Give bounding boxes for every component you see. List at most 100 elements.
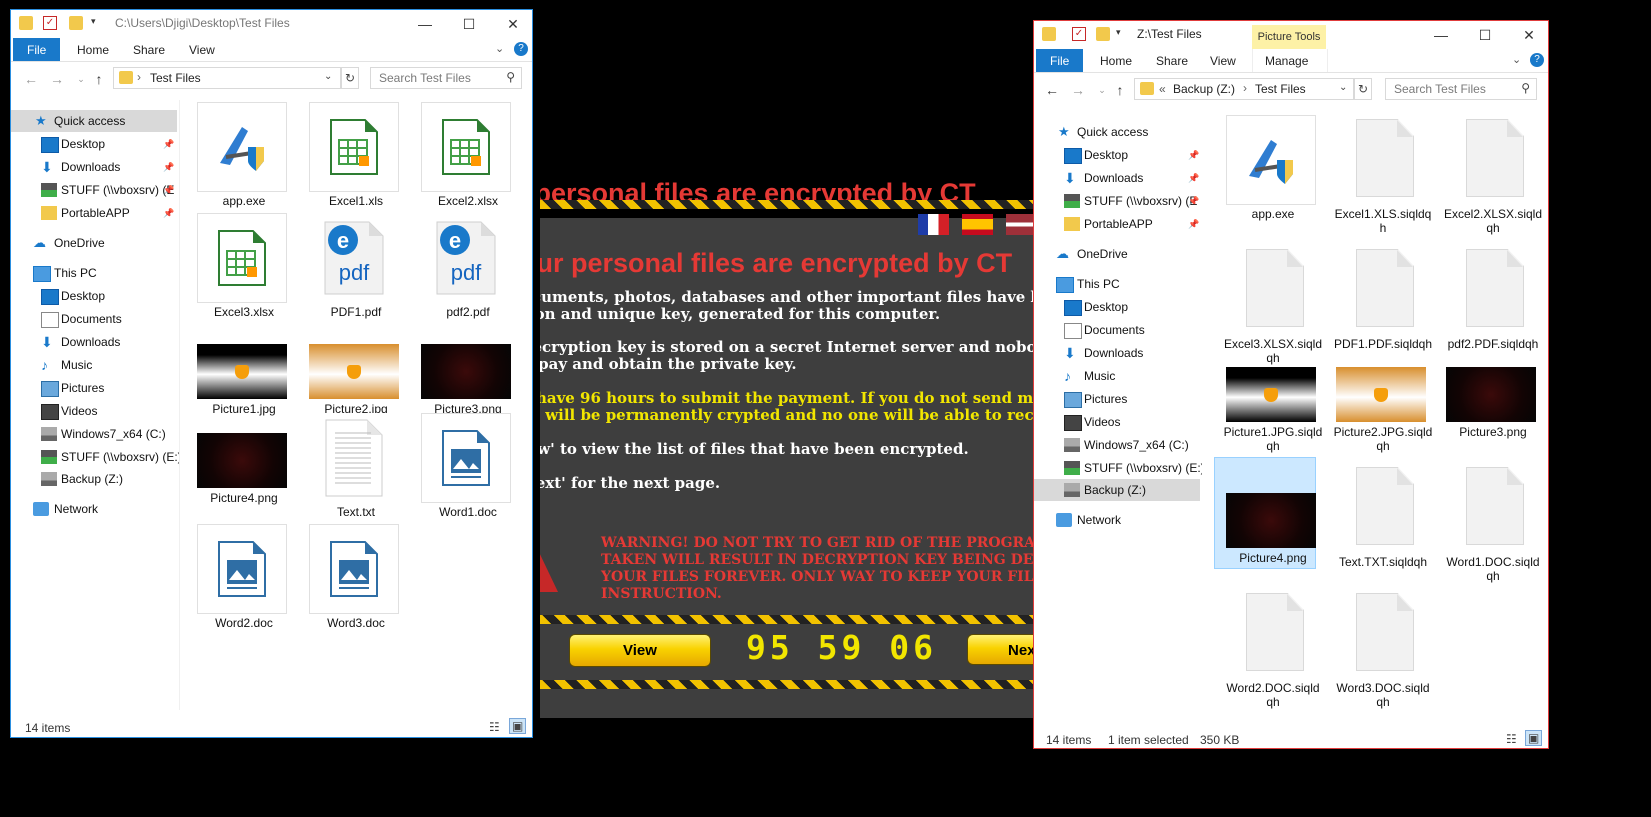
forward-arrow-icon[interactable]: → xyxy=(49,71,65,87)
recent-locations-icon[interactable]: ⌄ xyxy=(1094,85,1110,96)
close-icon[interactable]: ✕ xyxy=(1507,21,1548,49)
nav-item[interactable]: ⬇ Downloads 📌 xyxy=(1034,167,1200,189)
up-arrow-icon[interactable]: ↑ xyxy=(91,71,107,87)
file-tile[interactable]: app.exe xyxy=(189,102,299,210)
nav-item[interactable]: STUFF (\\vboxsrv) (E 📌 xyxy=(1034,190,1200,212)
refresh-icon[interactable]: ↻ xyxy=(341,67,359,89)
nav-item[interactable]: PortableAPP 📌 xyxy=(1034,213,1200,235)
nav-item[interactable]: Desktop xyxy=(11,285,177,307)
pin-icon[interactable]: 📌 xyxy=(163,156,174,178)
properties-icon[interactable]: ✓ xyxy=(1072,27,1086,41)
flag-spain-icon[interactable] xyxy=(962,214,993,235)
search-input[interactable]: Search Test Files ⚲ xyxy=(370,67,522,89)
file-tile[interactable]: Word2.DOC.siqld qh xyxy=(1218,589,1328,709)
flag-france-icon[interactable] xyxy=(918,214,949,235)
large-icons-view-icon[interactable]: ▣ xyxy=(509,718,527,734)
minimize-icon[interactable]: — xyxy=(1419,21,1463,49)
tab-file[interactable]: File xyxy=(1036,49,1084,73)
pin-icon[interactable]: 📌 xyxy=(163,179,174,201)
nav-item[interactable]: This PC xyxy=(11,262,177,284)
details-view-icon[interactable]: ☷ xyxy=(1506,732,1517,746)
back-arrow-icon[interactable]: ← xyxy=(1044,82,1060,98)
file-tile[interactable]: Word3.doc xyxy=(301,524,411,632)
nav-item[interactable]: Videos xyxy=(1034,411,1200,433)
file-tile[interactable]: Excel3.xlsx xyxy=(189,213,299,321)
nav-item[interactable]: Network xyxy=(11,498,177,520)
file-tile[interactable]: PDF1.PDF.siqldqh xyxy=(1328,245,1438,363)
expand-ribbon-icon[interactable]: ⌄ xyxy=(1512,53,1521,66)
nav-item[interactable]: ⬇ Downloads xyxy=(11,331,177,353)
pin-icon[interactable]: 📌 xyxy=(163,202,174,224)
tab-home[interactable]: Home xyxy=(65,38,121,62)
file-tile[interactable]: pdf2.PDF.siqldqh xyxy=(1438,245,1548,363)
new-folder-icon[interactable] xyxy=(69,16,83,30)
tab-view[interactable]: View xyxy=(177,38,227,62)
chevron-down-icon[interactable]: ⌄ xyxy=(324,71,332,82)
file-tile[interactable]: Word1.DOC.siqld qh xyxy=(1438,463,1548,583)
pin-icon[interactable]: 📌 xyxy=(1188,213,1199,235)
pin-icon[interactable]: 📌 xyxy=(163,133,174,155)
address-bar[interactable]: › Test Files ⌄ xyxy=(113,67,341,89)
file-tile[interactable]: Word2.doc xyxy=(189,524,299,632)
recent-locations-icon[interactable]: ⌄ xyxy=(73,74,89,85)
tab-view[interactable]: View xyxy=(1198,49,1248,73)
search-icon[interactable]: ⚲ xyxy=(1521,81,1530,95)
nav-item[interactable]: Pictures xyxy=(1034,388,1200,410)
file-tile[interactable]: app.exe xyxy=(1218,115,1328,233)
nav-item[interactable]: Network xyxy=(1034,509,1200,531)
nav-item[interactable]: Backup (Z:) xyxy=(11,468,177,490)
forward-arrow-icon[interactable]: → xyxy=(1070,82,1086,98)
tab-manage[interactable]: Manage xyxy=(1252,49,1328,73)
nav-item[interactable]: Documents xyxy=(1034,319,1200,341)
file-tile[interactable]: Word3.DOC.siqld qh xyxy=(1328,589,1438,709)
view-button[interactable]: View xyxy=(569,634,711,667)
nav-item[interactable]: ⬇ Downloads xyxy=(1034,342,1200,364)
nav-item[interactable]: ♪ Music xyxy=(11,354,177,376)
minimize-icon[interactable]: — xyxy=(403,10,447,38)
file-tile[interactable]: Text.TXT.siqldqh xyxy=(1328,463,1438,581)
file-tile-selected[interactable]: Picture4.png xyxy=(1214,457,1328,581)
nav-item[interactable]: Windows7_x64 (C:) xyxy=(11,423,177,445)
nav-item[interactable]: ★ Quick access xyxy=(1034,121,1200,143)
nav-item[interactable]: Desktop 📌 xyxy=(1034,144,1200,166)
nav-item[interactable]: ♪ Music xyxy=(1034,365,1200,387)
nav-item[interactable]: Pictures xyxy=(11,377,177,399)
nav-item[interactable]: Windows7_x64 (C:) xyxy=(1034,434,1200,456)
qat-dropdown-icon[interactable]: ▾ xyxy=(1116,27,1130,41)
close-icon[interactable]: ✕ xyxy=(491,10,532,38)
nav-item[interactable]: ☁ OneDrive xyxy=(11,232,177,254)
file-tile[interactable]: Picture4.png xyxy=(189,413,299,521)
nav-item[interactable]: ★ Quick access xyxy=(11,110,177,132)
nav-item[interactable]: ☁ OneDrive xyxy=(1034,243,1200,265)
tab-home[interactable]: Home xyxy=(1088,49,1144,73)
file-tile[interactable]: e pdf PDF1.pdf xyxy=(301,213,411,321)
refresh-icon[interactable]: ↻ xyxy=(1354,78,1372,100)
search-input[interactable]: Search Test Files ⚲ xyxy=(1385,78,1537,100)
nav-item[interactable]: PortableAPP 📌 xyxy=(11,202,177,224)
nav-item[interactable]: Documents xyxy=(11,308,177,330)
maximize-icon[interactable]: ☐ xyxy=(447,10,491,38)
tab-share[interactable]: Share xyxy=(1144,49,1200,73)
qat-dropdown-icon[interactable]: ▾ xyxy=(91,16,105,30)
nav-item[interactable]: Desktop xyxy=(1034,296,1200,318)
tab-share[interactable]: Share xyxy=(121,38,177,62)
large-icons-view-icon[interactable]: ▣ xyxy=(1525,730,1543,746)
properties-icon[interactable]: ✓ xyxy=(43,16,57,30)
back-arrow-icon[interactable]: ← xyxy=(23,71,39,87)
nav-item[interactable]: ⬇ Downloads 📌 xyxy=(11,156,177,178)
expand-ribbon-icon[interactable]: ⌄ xyxy=(495,42,504,55)
details-view-icon[interactable]: ☷ xyxy=(489,720,500,734)
file-tile[interactable]: Excel1.xls xyxy=(301,102,411,210)
breadcrumb-test-files[interactable]: Test Files xyxy=(1255,82,1306,96)
help-icon[interactable]: ? xyxy=(514,42,528,56)
pin-icon[interactable]: 📌 xyxy=(1188,190,1199,212)
address-bar[interactable]: « Backup (Z:) › Test Files ⌄ xyxy=(1134,78,1354,100)
nav-item[interactable]: Videos xyxy=(11,400,177,422)
pin-icon[interactable]: 📌 xyxy=(1188,167,1199,189)
new-folder-icon[interactable] xyxy=(1096,27,1110,41)
file-tile[interactable]: Excel2.xlsx xyxy=(413,102,523,210)
nav-item[interactable]: This PC xyxy=(1034,273,1200,295)
chevron-right-icon[interactable]: › xyxy=(137,70,141,84)
nav-item[interactable]: STUFF (\\vboxsrv) (E 📌 xyxy=(11,179,177,201)
file-tile[interactable]: Excel2.XLSX.siqld qh xyxy=(1438,115,1548,235)
